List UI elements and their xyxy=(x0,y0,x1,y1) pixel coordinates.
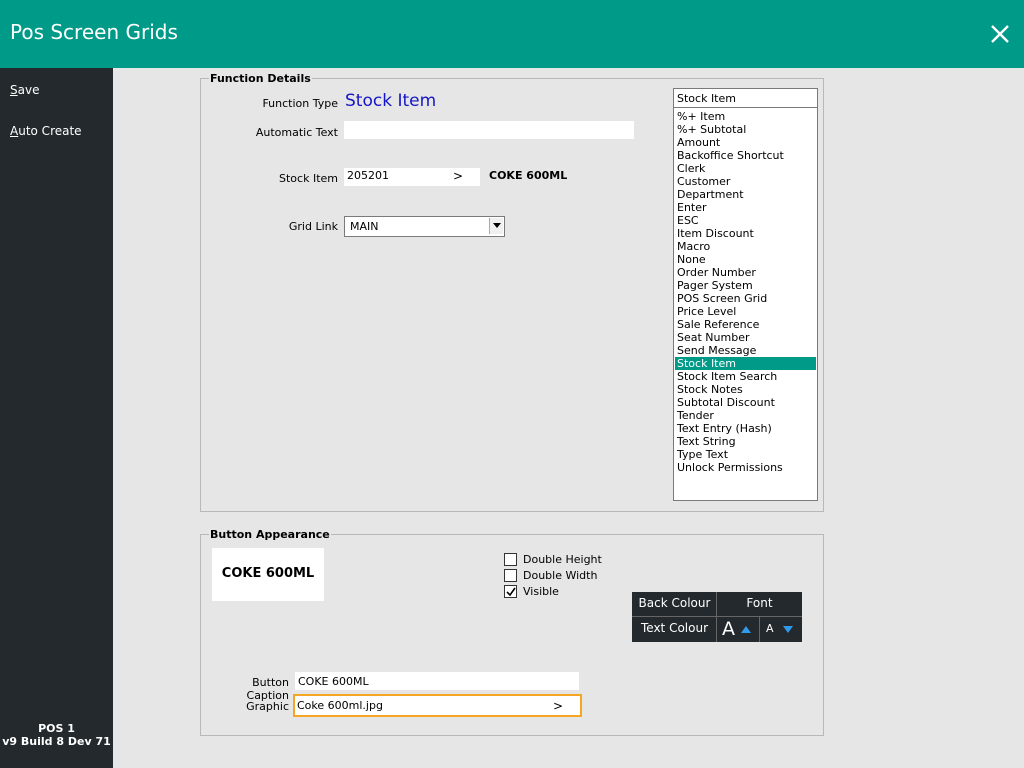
function-list-item[interactable]: Clerk xyxy=(675,162,816,175)
auto-create-label: uto Create xyxy=(18,124,82,138)
grid-link-select[interactable]: MAIN xyxy=(344,216,505,237)
font-size-increase-button[interactable]: A xyxy=(719,617,759,641)
font-decrease-glyph: A xyxy=(766,622,774,635)
function-list-item[interactable]: Stock Notes xyxy=(675,383,816,396)
visible-label: Visible xyxy=(523,585,559,598)
save-label: ave xyxy=(17,83,40,97)
function-type-listbox[interactable]: Stock Item %+ Item %+ Subtotal Amount Backo… xyxy=(673,88,818,501)
button-caption-input[interactable] xyxy=(295,672,579,690)
function-type-label: Function Type xyxy=(262,97,338,110)
function-list-item[interactable]: Department xyxy=(675,188,816,201)
stock-item-label: Stock Item xyxy=(279,172,338,185)
function-list-item[interactable]: POS Screen Grid xyxy=(675,292,816,305)
function-list-item[interactable]: ESC xyxy=(675,214,816,227)
function-list-item[interactable]: Text Entry (Hash) xyxy=(675,422,816,435)
automatic-text-label: Automatic Text xyxy=(255,126,338,139)
graphic-input[interactable]: Coke 600ml.jpg > xyxy=(293,694,582,717)
stock-item-code: 205201 xyxy=(347,169,389,182)
function-list-item[interactable]: Price Level xyxy=(675,305,816,318)
automatic-text-input[interactable] xyxy=(344,121,634,139)
function-list-item[interactable]: None xyxy=(675,253,816,266)
function-list-item[interactable]: Seat Number xyxy=(675,331,816,344)
function-list-item[interactable]: Stock Item Search xyxy=(675,370,816,383)
double-width-label: Double Width xyxy=(523,569,598,582)
graphic-browse-button[interactable]: > xyxy=(553,699,563,713)
arrow-up-icon xyxy=(741,626,751,633)
back-colour-button[interactable]: Back Colour xyxy=(632,596,717,610)
function-details-group: Function Details Function Type Stock Ite… xyxy=(200,72,824,512)
function-list-item[interactable]: Customer xyxy=(675,175,816,188)
auto-create-button[interactable]: Auto Create xyxy=(10,124,82,138)
function-type-value: Stock Item xyxy=(345,91,437,111)
colour-font-panel: Back Colour Font Text Colour A A xyxy=(632,592,802,642)
function-list-item[interactable]: Sale Reference xyxy=(675,318,816,331)
text-colour-button[interactable]: Text Colour xyxy=(632,621,717,635)
function-list: %+ Item %+ Subtotal Amount Backoffice Short… xyxy=(675,110,816,474)
save-shortcut-letter: S xyxy=(10,83,18,97)
button-preview-text: COKE 600ML xyxy=(221,566,315,581)
function-list-item[interactable]: Subtotal Discount xyxy=(675,396,816,409)
close-icon[interactable] xyxy=(988,22,1012,46)
double-width-box[interactable] xyxy=(504,569,517,582)
stock-item-lookup-button[interactable]: > xyxy=(453,169,463,183)
function-list-item[interactable]: Send Message xyxy=(675,344,816,357)
function-list-item[interactable]: Type Text xyxy=(675,448,816,461)
version-info: POS 1 v9 Build 8 Dev 71 xyxy=(0,722,113,748)
title-bar: Pos Screen Grids xyxy=(0,0,1024,68)
function-list-item[interactable]: Text String xyxy=(675,435,816,448)
build-version: v9 Build 8 Dev 71 xyxy=(2,735,111,748)
checkmark-icon xyxy=(506,587,516,597)
grid-link-value: MAIN xyxy=(350,220,379,233)
function-list-item[interactable]: Enter xyxy=(675,201,816,214)
function-list-item[interactable]: Backoffice Shortcut xyxy=(675,149,816,162)
function-list-header: Stock Item xyxy=(674,89,817,108)
button-appearance-legend: Button Appearance xyxy=(209,528,331,541)
double-height-box[interactable] xyxy=(504,553,517,566)
arrow-down-icon xyxy=(783,626,793,633)
graphic-filename: Coke 600ml.jpg xyxy=(297,699,383,712)
font-button[interactable]: Font xyxy=(717,596,802,610)
stock-item-description: COKE 600ML xyxy=(489,169,568,182)
font-size-decrease-button[interactable]: A xyxy=(761,617,801,641)
function-list-item[interactable]: Macro xyxy=(675,240,816,253)
button-appearance-group: Button Appearance COKE 600ML Double Heig… xyxy=(200,528,824,736)
save-button[interactable]: Save xyxy=(10,83,39,97)
function-list-item[interactable]: %+ Subtotal xyxy=(675,123,816,136)
double-height-label: Double Height xyxy=(523,553,602,566)
visible-box[interactable] xyxy=(504,585,517,598)
function-list-item[interactable]: Stock Item xyxy=(675,357,816,370)
sidebar: Save Auto Create POS 1 v9 Build 8 Dev 71 xyxy=(0,68,113,768)
auto-create-shortcut-letter: A xyxy=(10,124,19,138)
function-list-item[interactable]: Order Number xyxy=(675,266,816,279)
graphic-label: Graphic xyxy=(246,700,289,713)
button-preview: COKE 600ML xyxy=(212,548,324,601)
function-details-legend: Function Details xyxy=(209,72,312,85)
terminal-name: POS 1 xyxy=(38,722,75,735)
function-list-item[interactable]: Pager System xyxy=(675,279,816,292)
window-title: Pos Screen Grids xyxy=(10,20,178,44)
function-list-item[interactable]: Item Discount xyxy=(675,227,816,240)
function-list-item[interactable]: Amount xyxy=(675,136,816,149)
function-list-item[interactable]: Unlock Permissions xyxy=(675,461,816,474)
chevron-down-icon[interactable] xyxy=(489,218,503,234)
font-size-divider xyxy=(759,617,760,642)
button-caption-label: Button Caption xyxy=(246,676,289,702)
function-list-item[interactable]: %+ Item xyxy=(675,110,816,123)
font-increase-glyph: A xyxy=(722,618,735,640)
function-list-item[interactable]: Tender xyxy=(675,409,816,422)
grid-link-label: Grid Link xyxy=(288,220,338,233)
